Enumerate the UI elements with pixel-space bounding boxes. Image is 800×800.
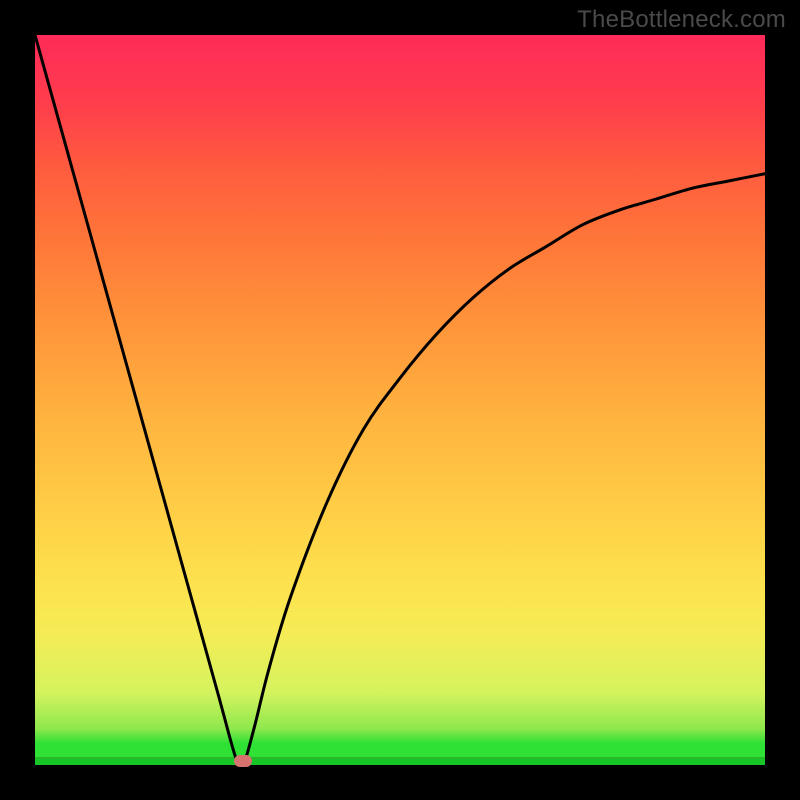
curve-svg	[35, 35, 765, 765]
plot-area	[35, 35, 765, 765]
bottleneck-curve	[35, 35, 765, 765]
minimum-marker-icon	[234, 755, 252, 767]
chart-frame: TheBottleneck.com	[0, 0, 800, 800]
watermark-label: TheBottleneck.com	[577, 6, 786, 34]
